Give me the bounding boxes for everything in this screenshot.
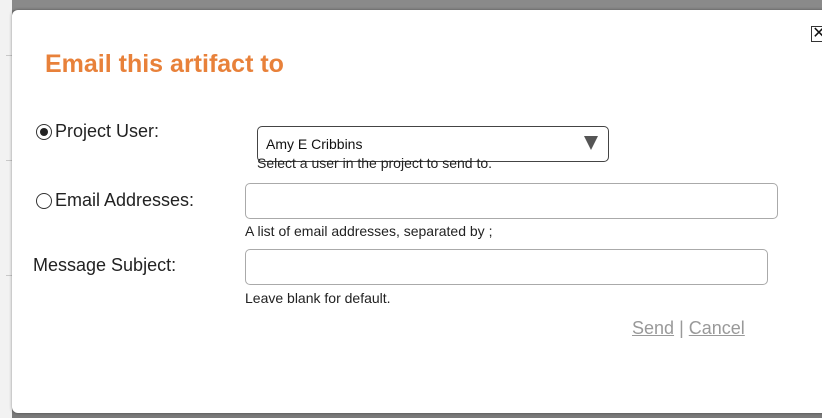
project-user-hint: Select a user in the project to send to. [257, 155, 493, 171]
close-button[interactable]: ✕ [811, 26, 822, 42]
email-addresses-radio[interactable] [36, 192, 52, 209]
message-subject-hint: Leave blank for default. [245, 290, 391, 306]
chevron-down-icon [584, 136, 598, 150]
email-addresses-input[interactable] [245, 183, 778, 219]
project-user-value: Amy E Cribbins [266, 136, 363, 152]
email-addresses-label: Email Addresses: [55, 190, 195, 210]
dialog-actions: Send | Cancel [632, 318, 745, 339]
message-subject-input[interactable] [245, 249, 768, 285]
email-addresses-option[interactable]: Email Addresses: [36, 190, 194, 211]
project-user-radio[interactable] [36, 123, 52, 140]
cancel-link[interactable]: Cancel [689, 318, 745, 338]
close-icon: ✕ [812, 25, 822, 42]
project-user-option[interactable]: Project User: [36, 121, 159, 142]
message-subject-label: Message Subject: [33, 255, 177, 275]
background-page-edge [0, 0, 12, 418]
email-addresses-hint: A list of email addresses, separated by … [245, 223, 493, 239]
project-user-label: Project User: [55, 121, 160, 141]
email-artifact-dialog: ✕ Email this artifact to Project User: A… [12, 10, 822, 413]
message-subject-label-row: Message Subject: [33, 255, 176, 276]
send-link[interactable]: Send [632, 318, 674, 338]
background-overlay [0, 0, 822, 10]
actions-separator: | [679, 318, 684, 338]
radio-selected-dot [40, 127, 48, 136]
dialog-title: Email this artifact to [45, 50, 284, 78]
